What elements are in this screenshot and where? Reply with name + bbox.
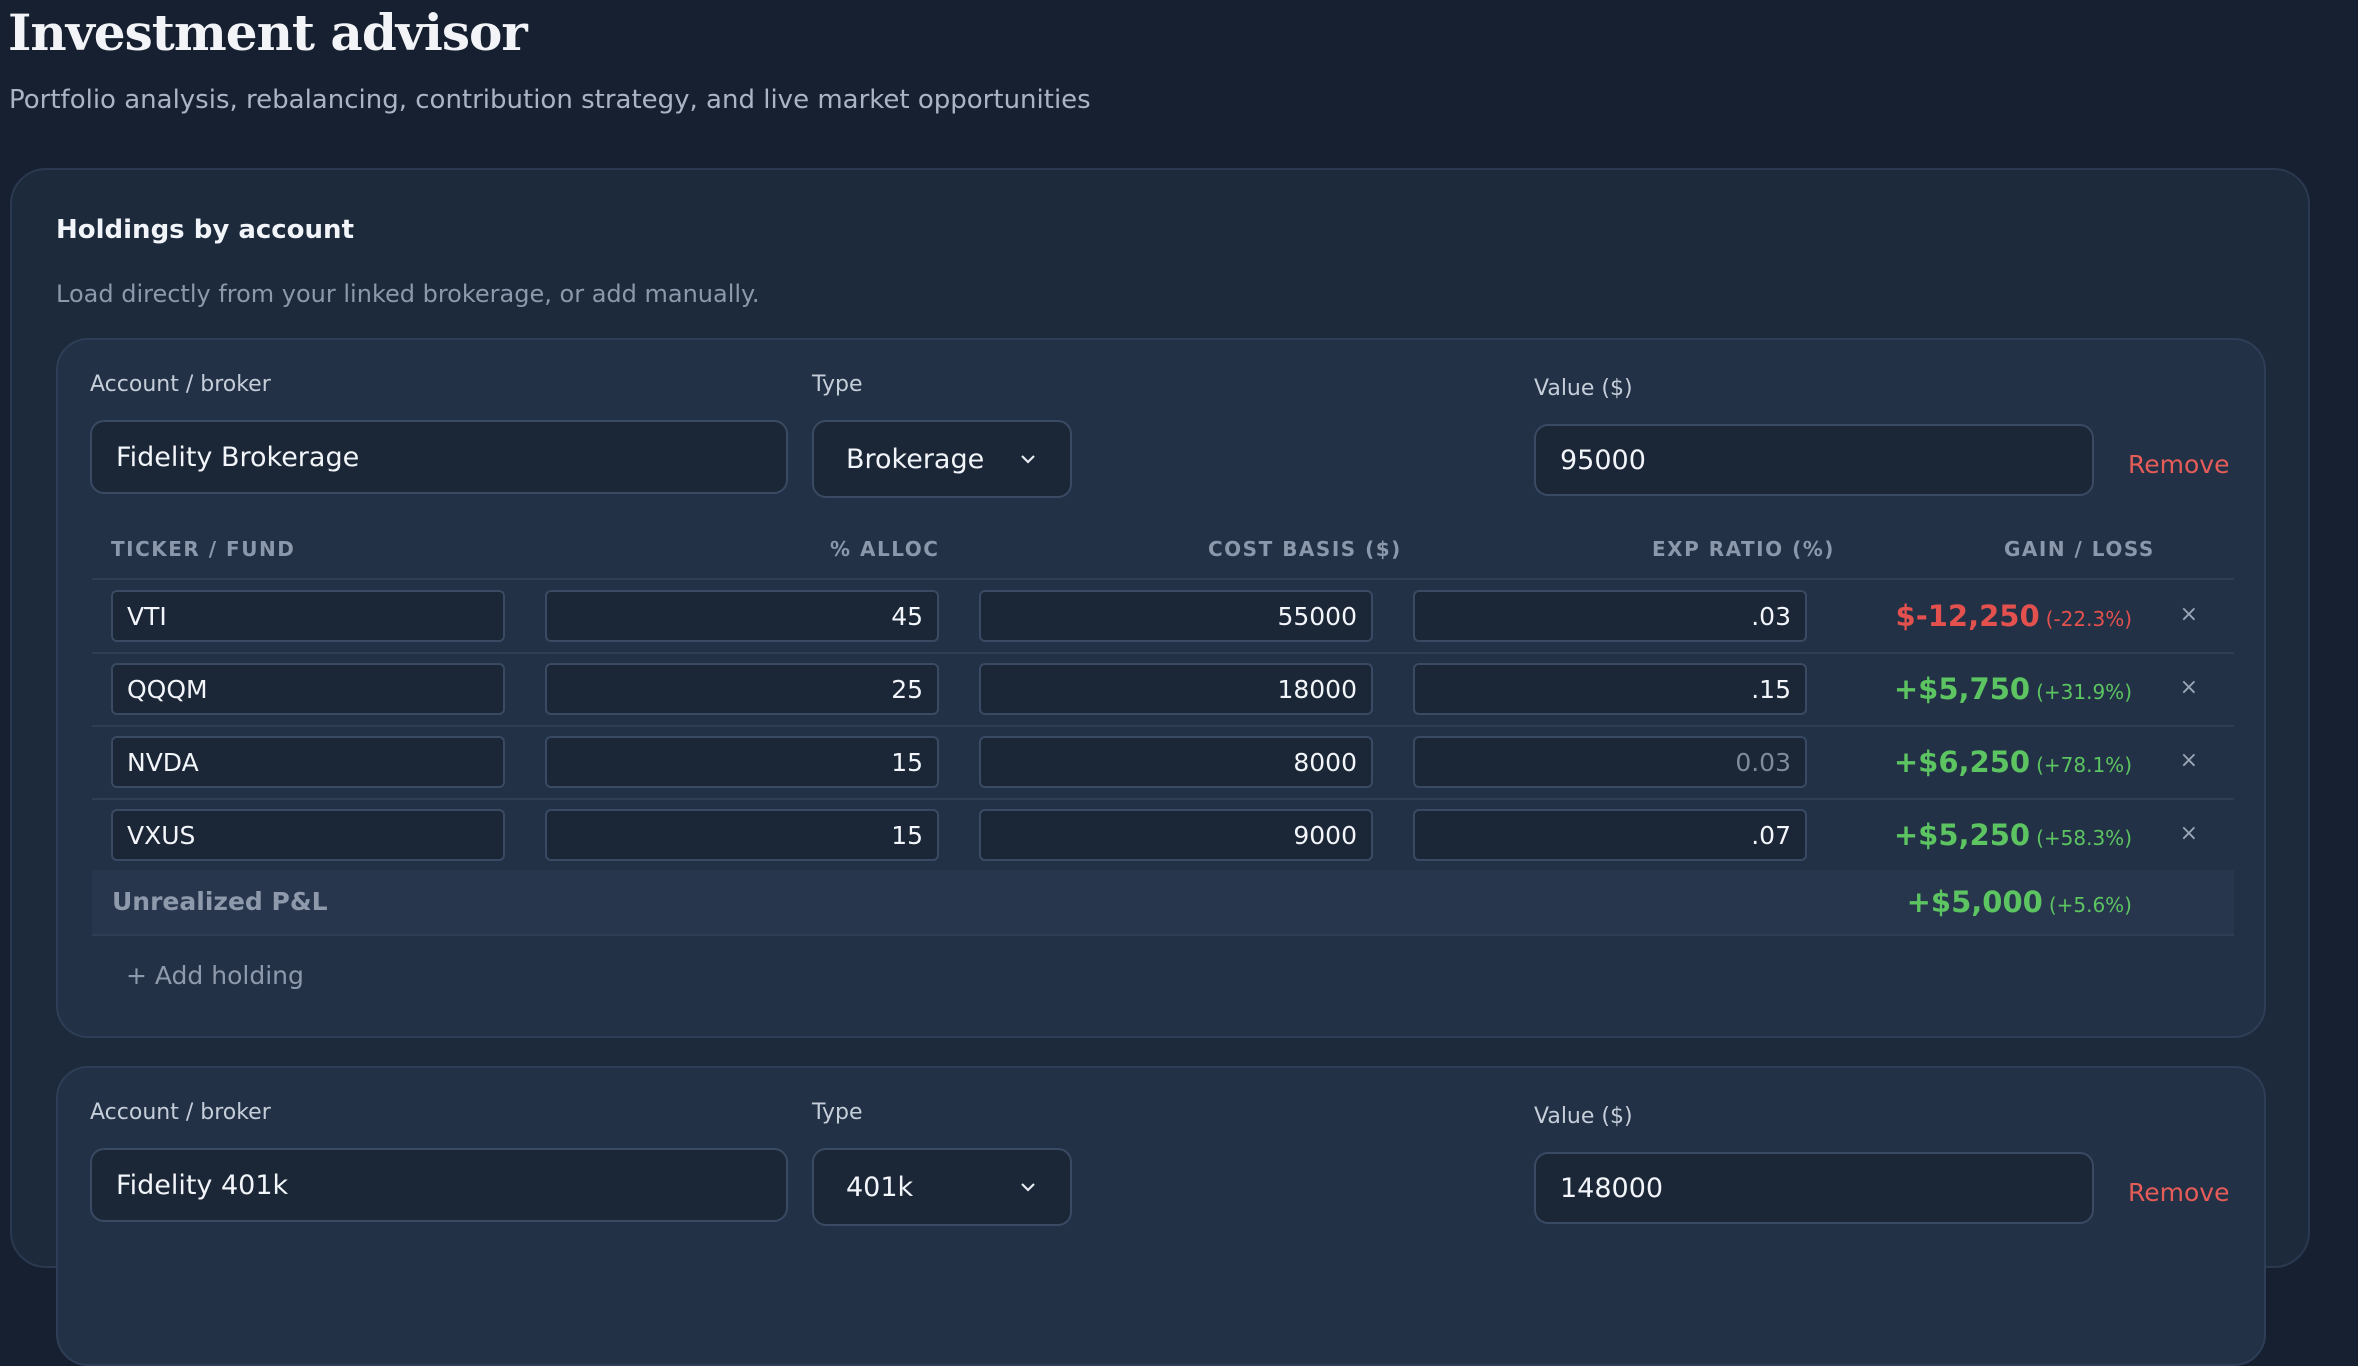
remove-holding-button[interactable]: × bbox=[2180, 600, 2198, 630]
account-value-input[interactable] bbox=[1534, 1152, 2094, 1224]
alloc-input[interactable] bbox=[545, 809, 939, 861]
divider bbox=[92, 725, 2234, 727]
account-type-value: Brokerage bbox=[846, 443, 985, 475]
gain-loss-value: $-12,250 (-22.3%) bbox=[1896, 596, 2132, 639]
account-name-input[interactable] bbox=[90, 1148, 788, 1222]
account-label: Account / broker bbox=[90, 1100, 271, 1125]
add-holding-button[interactable]: + Add holding bbox=[126, 958, 304, 994]
remove-account-button[interactable]: Remove bbox=[2128, 1176, 2229, 1210]
account-card: Account / broker Type 401k Value ($) Rem… bbox=[56, 1066, 2266, 1366]
gain-percent: (+78.1%) bbox=[2036, 753, 2132, 777]
account-name-input[interactable] bbox=[90, 420, 788, 494]
unrealized-pl-label: Unrealized P&L bbox=[112, 887, 328, 916]
remove-holding-button[interactable]: × bbox=[2180, 746, 2198, 776]
panel-description: Load directly from your linked brokerage… bbox=[56, 280, 760, 308]
gain-loss-value: +$5,750 (+31.9%) bbox=[1894, 669, 2132, 712]
gain-percent: (+58.3%) bbox=[2036, 826, 2132, 850]
cost-basis-input[interactable] bbox=[979, 590, 1373, 642]
column-header-exp-ratio: EXP RATIO (%) bbox=[1652, 537, 1835, 561]
alloc-input[interactable] bbox=[545, 590, 939, 642]
type-label: Type bbox=[812, 372, 863, 397]
type-label: Type bbox=[812, 1100, 863, 1125]
account-value-input[interactable] bbox=[1534, 424, 2094, 496]
account-type-select[interactable]: 401k bbox=[812, 1148, 1072, 1226]
remove-holding-button[interactable]: × bbox=[2180, 673, 2198, 703]
value-label: Value ($) bbox=[1534, 376, 1633, 401]
ticker-input[interactable] bbox=[111, 809, 505, 861]
chevron-down-icon bbox=[1021, 455, 1035, 464]
account-type-value: 401k bbox=[846, 1171, 914, 1203]
page-title: Investment advisor bbox=[8, 3, 528, 62]
exp-ratio-input[interactable] bbox=[1413, 663, 1807, 715]
gain-loss-value: +$6,250 (+78.1%) bbox=[1894, 742, 2132, 785]
column-header-cost-basis: COST BASIS ($) bbox=[1208, 537, 1402, 561]
column-header-alloc: % ALLOC bbox=[830, 537, 940, 561]
ticker-input[interactable] bbox=[111, 736, 505, 788]
remove-holding-button[interactable]: × bbox=[2180, 819, 2198, 849]
gain-amount: +$6,250 bbox=[1893, 745, 2031, 779]
gain-amount: $-12,250 bbox=[1895, 599, 2040, 633]
account-card: Account / broker Type Brokerage Value ($… bbox=[56, 338, 2266, 1038]
cost-basis-input[interactable] bbox=[979, 663, 1373, 715]
account-label: Account / broker bbox=[90, 372, 271, 397]
account-type-select[interactable]: Brokerage bbox=[812, 420, 1072, 498]
divider bbox=[92, 578, 2234, 580]
divider bbox=[92, 934, 2234, 936]
page-subtitle: Portfolio analysis, rebalancing, contrib… bbox=[9, 85, 1091, 115]
gain-loss-value: +$5,250 (+58.3%) bbox=[1894, 815, 2132, 858]
gain-percent: (+31.9%) bbox=[2036, 680, 2132, 704]
holdings-panel: Holdings by account Load directly from y… bbox=[10, 168, 2310, 1366]
alloc-input[interactable] bbox=[545, 736, 939, 788]
cost-basis-input[interactable] bbox=[979, 736, 1373, 788]
column-header-ticker: TICKER / FUND bbox=[111, 537, 296, 561]
gain-percent: (+5.6%) bbox=[2048, 893, 2132, 917]
divider bbox=[92, 798, 2234, 800]
exp-ratio-input[interactable] bbox=[1413, 590, 1807, 642]
gain-percent: (-22.3%) bbox=[2045, 607, 2132, 631]
gain-amount: +$5,000 bbox=[1906, 885, 2043, 919]
column-header-gain-loss: GAIN / LOSS bbox=[2004, 537, 2155, 561]
panel-title: Holdings by account bbox=[56, 215, 354, 245]
ticker-input[interactable] bbox=[111, 663, 505, 715]
exp-ratio-input[interactable] bbox=[1413, 809, 1807, 861]
exp-ratio-input[interactable] bbox=[1413, 736, 1807, 788]
alloc-input[interactable] bbox=[545, 663, 939, 715]
divider bbox=[92, 652, 2234, 654]
remove-account-button[interactable]: Remove bbox=[2128, 448, 2229, 482]
unrealized-pl-value: +$5,000 (+5.6%) bbox=[1907, 882, 2132, 925]
value-label: Value ($) bbox=[1534, 1104, 1633, 1129]
gain-amount: +$5,750 bbox=[1893, 672, 2031, 706]
ticker-input[interactable] bbox=[111, 590, 505, 642]
chevron-down-icon bbox=[1021, 1183, 1035, 1192]
gain-amount: +$5,250 bbox=[1893, 818, 2031, 852]
cost-basis-input[interactable] bbox=[979, 809, 1373, 861]
